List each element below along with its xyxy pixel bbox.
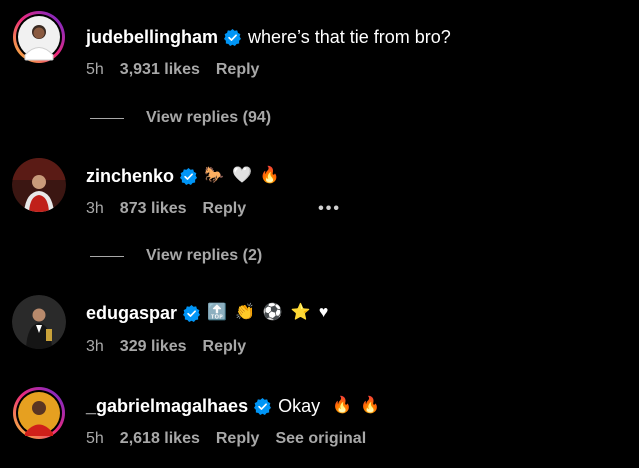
username[interactable]: edugaspar (86, 302, 177, 324)
view-replies-button[interactable]: View replies (2) (90, 247, 262, 265)
likes-count[interactable]: 873 likes (120, 199, 187, 219)
replies-divider (90, 255, 124, 257)
fire-emoji-icon: 🔥 (360, 397, 380, 414)
avatar[interactable] (12, 386, 66, 440)
verified-badge-icon (183, 304, 201, 322)
reply-button[interactable]: Reply (203, 199, 247, 219)
timestamp: 5h (86, 430, 104, 447)
likes-count[interactable]: 3,931 likes (120, 60, 200, 80)
comment-meta: 5h 2,618 likes Reply See original (86, 429, 366, 449)
comment-header: judebellingham where’s that tie from bro… (86, 26, 451, 48)
username[interactable]: _gabrielmagalhaes (86, 395, 248, 417)
comment-header: _gabrielmagalhaes Okay 🔥 🔥 (86, 395, 388, 417)
comment-header: zinchenko 🐎 🤍 🔥 (86, 165, 288, 187)
horse-emoji-icon: 🐎 (204, 167, 224, 184)
verified-badge-icon (180, 167, 198, 185)
comment-header: edugaspar 🔝 👏 ⚽ ⭐ ♥ (86, 302, 336, 324)
view-replies-label: View replies (94) (146, 109, 272, 126)
reply-button[interactable]: Reply (216, 60, 260, 80)
likes-count[interactable]: 2,618 likes (120, 429, 200, 449)
timestamp: 3h (86, 200, 104, 217)
star-emoji-icon: ⭐ (290, 304, 311, 321)
verified-badge-icon (224, 28, 242, 46)
verified-badge-icon (254, 397, 272, 415)
comment-text: Okay (278, 396, 321, 416)
see-original-button[interactable]: See original (275, 429, 366, 449)
comment-text: where’s that tie from bro? (248, 27, 451, 47)
reply-button[interactable]: Reply (216, 429, 260, 449)
username[interactable]: judebellingham (86, 26, 218, 48)
avatar[interactable] (12, 10, 66, 64)
top-arrow-emoji-icon: 🔝 (207, 304, 227, 321)
replies-divider (90, 117, 124, 119)
soccer-ball-emoji-icon: ⚽ (262, 304, 283, 321)
view-replies-button[interactable]: View replies (94) (90, 109, 271, 127)
more-options-icon[interactable]: ••• (318, 199, 341, 219)
likes-count[interactable]: 329 likes (120, 337, 187, 357)
view-replies-label: View replies (2) (146, 247, 263, 264)
white-heart-emoji-icon: 🤍 (231, 167, 252, 184)
comment-meta: 3h 873 likes Reply ••• (86, 199, 341, 219)
comment-meta: 5h 3,931 likes Reply (86, 60, 275, 80)
timestamp: 3h (86, 338, 104, 355)
timestamp: 5h (86, 61, 104, 78)
heart-emoji-icon: ♥ (318, 304, 329, 321)
comments-list: judebellingham where’s that tie from bro… (0, 0, 639, 468)
fire-emoji-icon: 🔥 (259, 167, 280, 184)
avatar[interactable] (12, 295, 66, 349)
fire-emoji-icon: 🔥 (332, 397, 353, 414)
username[interactable]: zinchenko (86, 165, 174, 187)
reply-button[interactable]: Reply (203, 337, 247, 357)
clapping-hands-emoji-icon: 👏 (234, 304, 255, 321)
comment-meta: 3h 329 likes Reply (86, 337, 262, 357)
avatar[interactable] (12, 158, 66, 212)
